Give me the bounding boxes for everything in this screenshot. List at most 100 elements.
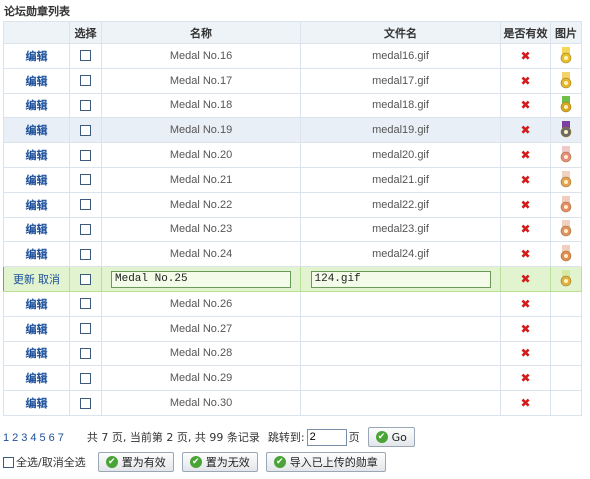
image-cell	[550, 290, 582, 317]
page-link[interactable]: 1	[3, 432, 9, 444]
select-cell	[69, 365, 102, 392]
table-row: 编辑 Medal No.30 ✖	[3, 390, 582, 416]
select-cell	[69, 43, 102, 69]
edit-link[interactable]: 编辑	[26, 323, 48, 336]
filename-cell	[300, 290, 501, 317]
header-edit	[3, 21, 70, 44]
edit-link[interactable]: 编辑	[26, 397, 48, 410]
update-link[interactable]: 更新	[13, 273, 35, 286]
invalid-x-icon: ✖	[520, 197, 531, 212]
table-row: 编辑 Medal No.28 ✖	[3, 340, 582, 367]
valid-cell: ✖	[500, 315, 551, 342]
row-checkbox[interactable]	[80, 298, 91, 310]
edit-link[interactable]: 编辑	[26, 347, 48, 360]
name-cell: Medal No.24	[101, 241, 301, 268]
table-row: 编辑 Medal No.19 medal19.gif ✖	[3, 117, 582, 144]
row-checkbox[interactable]	[80, 124, 91, 136]
set-valid-button[interactable]: ✔ 置为有效	[97, 452, 174, 472]
image-cell	[550, 92, 582, 119]
page-link[interactable]: 4	[30, 432, 36, 444]
page-link[interactable]: 5	[40, 432, 46, 444]
edit-link[interactable]: 编辑	[26, 298, 48, 311]
edit-link[interactable]: 编辑	[26, 248, 48, 261]
edit-link[interactable]: 编辑	[26, 149, 48, 162]
go-button[interactable]: ✔ Go	[367, 427, 415, 447]
go-label: Go	[391, 430, 407, 444]
edit-link[interactable]: 编辑	[26, 99, 48, 112]
page-link[interactable]: 7	[58, 432, 64, 444]
table-row: 编辑 Medal No.20 medal20.gif ✖	[3, 142, 582, 168]
row-checkbox[interactable]	[80, 199, 91, 211]
valid-cell: ✖	[500, 191, 551, 218]
check-icon: ✔	[189, 456, 202, 468]
name-input[interactable]: Medal No.25	[111, 270, 291, 288]
edit-link[interactable]: 编辑	[26, 124, 48, 137]
medal-icon	[560, 121, 572, 138]
select-all-checkbox[interactable]	[3, 456, 14, 468]
row-checkbox[interactable]	[80, 273, 91, 285]
image-cell	[550, 67, 582, 94]
medal-icon	[560, 46, 572, 64]
cancel-link[interactable]: 取消	[38, 273, 60, 286]
image-cell	[550, 216, 582, 243]
header-select: 选择	[69, 21, 102, 44]
table-header-row: 选择 名称 文件名 是否有效 图片	[3, 21, 582, 44]
row-checkbox[interactable]	[80, 174, 91, 186]
jump-label: 跳转到:	[267, 431, 305, 444]
row-checkbox[interactable]	[80, 75, 91, 87]
select-cell	[69, 191, 102, 218]
pagination: 1234567 共 7 页, 当前第 2 页, 共 99 条记录 跳转到: 页 …	[3, 426, 415, 448]
row-actions: 编辑	[3, 142, 70, 168]
page-link[interactable]: 2	[12, 432, 18, 444]
invalid-x-icon: ✖	[520, 321, 531, 336]
row-actions: 编辑	[3, 241, 70, 268]
row-checkbox[interactable]	[80, 348, 91, 360]
import-medals-label: 导入已上传的勋章	[289, 456, 378, 469]
edit-link[interactable]: 编辑	[26, 174, 48, 187]
set-invalid-label: 置为无效	[205, 456, 250, 469]
medal-icon	[560, 195, 572, 212]
row-checkbox[interactable]	[80, 248, 91, 260]
row-checkbox[interactable]	[80, 50, 91, 62]
edit-link[interactable]: 编辑	[26, 372, 48, 385]
edit-link[interactable]: 编辑	[26, 223, 48, 236]
filename-cell: medal16.gif	[300, 43, 501, 69]
valid-cell: ✖	[500, 241, 551, 268]
bulk-actions: 全选/取消全选 ✔ 置为有效 ✔ 置为无效 ✔ 导入已上传的勋章	[3, 452, 386, 472]
import-medals-button[interactable]: ✔ 导入已上传的勋章	[265, 452, 386, 472]
image-cell	[550, 43, 582, 69]
select-all[interactable]: 全选/取消全选	[3, 454, 86, 470]
set-invalid-button[interactable]: ✔ 置为无效	[181, 452, 258, 472]
jump-page-input[interactable]	[306, 428, 347, 446]
edit-link[interactable]: 编辑	[26, 50, 48, 63]
table-row: 编辑 Medal No.26 ✖	[3, 290, 582, 317]
filename-cell: medal23.gif	[300, 216, 501, 243]
row-checkbox[interactable]	[80, 224, 91, 236]
name-cell: Medal No.23	[101, 216, 301, 243]
row-checkbox[interactable]	[80, 397, 91, 409]
row-checkbox[interactable]	[80, 323, 91, 335]
invalid-x-icon: ✖	[520, 123, 531, 138]
select-cell	[69, 117, 102, 144]
valid-cell: ✖	[500, 340, 551, 367]
invalid-x-icon: ✖	[520, 296, 531, 311]
select-cell	[69, 290, 102, 317]
table-row: 编辑 Medal No.24 medal24.gif ✖	[3, 241, 582, 268]
valid-cell: ✖	[500, 290, 551, 317]
filename-cell: medal20.gif	[300, 142, 501, 168]
row-checkbox[interactable]	[80, 100, 91, 112]
row-checkbox[interactable]	[80, 372, 91, 384]
edit-link[interactable]: 编辑	[26, 75, 48, 88]
filename-input[interactable]: 124.gif	[310, 270, 491, 288]
page-link[interactable]: 3	[21, 432, 27, 444]
name-cell: Medal No.28	[101, 340, 301, 367]
row-checkbox[interactable]	[80, 149, 91, 161]
page-link[interactable]: 6	[49, 432, 55, 444]
select-cell	[69, 241, 102, 268]
invalid-x-icon: ✖	[520, 98, 531, 113]
filename-cell	[300, 315, 501, 342]
row-actions: 编辑	[3, 315, 70, 342]
filename-cell	[300, 390, 501, 416]
edit-link[interactable]: 编辑	[26, 199, 48, 212]
image-cell	[550, 315, 582, 342]
